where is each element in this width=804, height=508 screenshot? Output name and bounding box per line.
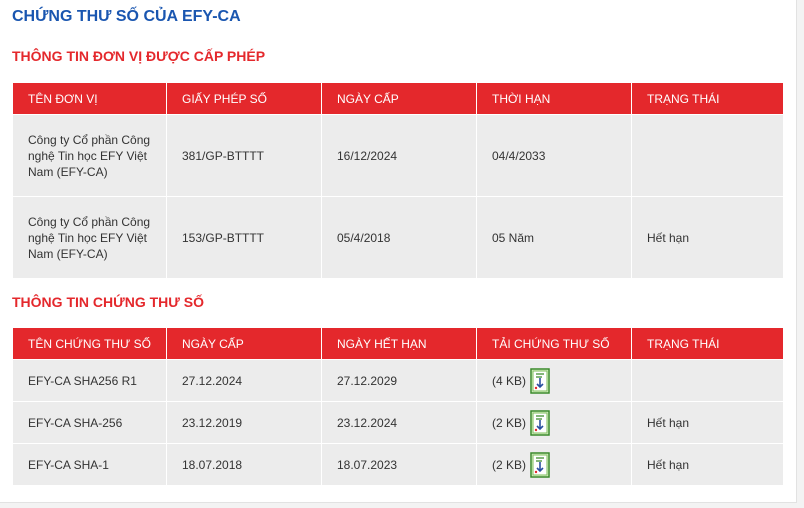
- status-cell: Hết hạn: [632, 197, 783, 278]
- download-cell: (4 KB): [477, 360, 631, 401]
- status-cell: [632, 360, 783, 401]
- certificate-file-icon[interactable]: [530, 367, 550, 394]
- issue-date-cell: 18.07.2018: [167, 444, 321, 485]
- cert-name-cell: EFY-CA SHA256 R1: [13, 360, 166, 401]
- license-number-cell: 153/GP-BTTTT: [167, 197, 321, 278]
- download-link[interactable]: (2 KB): [492, 451, 550, 478]
- column-header: NGÀY HẾT HẠN: [322, 328, 476, 359]
- table-row: EFY-CA SHA-256 23.12.2019 23.12.2024 (2 …: [13, 402, 783, 443]
- column-header: TRẠNG THÁI: [632, 83, 783, 114]
- table-row: Công ty Cổ phần Công nghệ Tin học EFY Vi…: [13, 115, 783, 196]
- issue-date-cell: 27.12.2024: [167, 360, 321, 401]
- issue-date-cell: 23.12.2019: [167, 402, 321, 443]
- column-header: NGÀY CẤP: [322, 83, 476, 114]
- expiry-date-cell: 23.12.2024: [322, 402, 476, 443]
- status-cell: Hết hạn: [632, 444, 783, 485]
- licensed-units-section-title: THÔNG TIN ĐƠN VỊ ĐƯỢC CẤP PHÉP: [12, 48, 266, 64]
- column-header: NGÀY CẤP: [167, 328, 321, 359]
- issue-date-cell: 05/4/2018: [322, 197, 476, 278]
- content-panel: CHỨNG THƯ SỐ CỦA EFY-CA THÔNG TIN ĐƠN VỊ…: [0, 0, 797, 503]
- certificates-section-title: THÔNG TIN CHỨNG THƯ SỐ: [12, 294, 205, 310]
- column-header: TẢI CHỨNG THƯ SỐ: [477, 328, 631, 359]
- term-cell: 05 Năm: [477, 197, 631, 278]
- table-header-row: TÊN ĐƠN VỊ GIẤY PHÉP SỐ NGÀY CẤP THỜI HẠ…: [13, 83, 783, 114]
- table-header-row: TÊN CHỨNG THƯ SỐ NGÀY CẤP NGÀY HẾT HẠN T…: [13, 328, 783, 359]
- unit-name-cell: Công ty Cổ phần Công nghệ Tin học EFY Vi…: [13, 115, 166, 196]
- column-header: GIẤY PHÉP SỐ: [167, 83, 321, 114]
- file-size: (2 KB): [492, 457, 527, 472]
- column-header: TRẠNG THÁI: [632, 328, 783, 359]
- download-cell: (2 KB): [477, 444, 631, 485]
- status-cell: [632, 115, 783, 196]
- column-header: THỜI HẠN: [477, 83, 631, 114]
- cert-name-cell: EFY-CA SHA-1: [13, 444, 166, 485]
- file-size: (2 KB): [492, 415, 527, 430]
- file-size: (4 KB): [492, 373, 527, 388]
- download-cell: (2 KB): [477, 402, 631, 443]
- download-link[interactable]: (4 KB): [492, 367, 550, 394]
- certificate-file-icon[interactable]: [530, 409, 550, 436]
- expiry-date-cell: 18.07.2023: [322, 444, 476, 485]
- column-header: TÊN CHỨNG THƯ SỐ: [13, 328, 166, 359]
- column-header: TÊN ĐƠN VỊ: [13, 83, 166, 114]
- certificates-table: TÊN CHỨNG THƯ SỐ NGÀY CẤP NGÀY HẾT HẠN T…: [12, 327, 784, 486]
- table-row: EFY-CA SHA256 R1 27.12.2024 27.12.2029 (…: [13, 360, 783, 401]
- status-cell: Hết hạn: [632, 402, 783, 443]
- license-number-cell: 381/GP-BTTTT: [167, 115, 321, 196]
- issue-date-cell: 16/12/2024: [322, 115, 476, 196]
- expiry-date-cell: 27.12.2029: [322, 360, 476, 401]
- table-row: Công ty Cổ phần Công nghệ Tin học EFY Vi…: [13, 197, 783, 278]
- cert-name-cell: EFY-CA SHA-256: [13, 402, 166, 443]
- page-title: CHỨNG THƯ SỐ CỦA EFY-CA: [12, 8, 241, 25]
- term-cell: 04/4/2033: [477, 115, 631, 196]
- certificate-file-icon[interactable]: [530, 451, 550, 478]
- download-link[interactable]: (2 KB): [492, 409, 550, 436]
- table-row: EFY-CA SHA-1 18.07.2018 18.07.2023 (2 KB…: [13, 444, 783, 485]
- unit-name-cell: Công ty Cổ phần Công nghệ Tin học EFY Vi…: [13, 197, 166, 278]
- licensed-units-table: TÊN ĐƠN VỊ GIẤY PHÉP SỐ NGÀY CẤP THỜI HẠ…: [12, 82, 784, 279]
